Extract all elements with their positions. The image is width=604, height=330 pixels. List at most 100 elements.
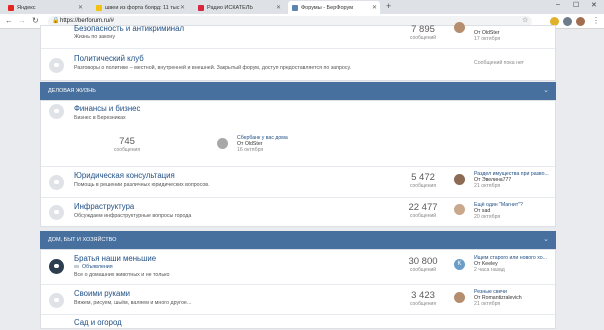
forum-description: Разговоры о политике – местной, внутренн… xyxy=(74,65,352,71)
forum-description: Обсуждаем инфраструктурные вопросы город… xyxy=(74,213,192,219)
forum-title[interactable]: Финансы и бизнес xyxy=(74,104,140,113)
last-post: Ищем старого или нового хо... От Keeley … xyxy=(474,255,547,273)
avatar[interactable] xyxy=(454,292,465,303)
tab-yandex[interactable]: Яндекс ✕ xyxy=(4,1,86,14)
close-tab-icon[interactable]: ✕ xyxy=(372,4,377,11)
close-tab-icon[interactable]: ✕ xyxy=(276,4,281,11)
forum-row-infra: Инфраструктура Обсуждаем инфраструктурны… xyxy=(41,197,555,227)
forum-row-finance: Финансы и бизнес Бизнес в Березниках 745… xyxy=(41,101,555,166)
avatar[interactable] xyxy=(454,174,465,185)
extension-icon[interactable] xyxy=(563,17,572,26)
last-post-date: 2 часа назад xyxy=(474,267,505,273)
category-title: Дом, быт и хозяйство xyxy=(48,237,117,243)
yandex-favicon-icon xyxy=(8,4,14,11)
forum-block-home: Братья наши меньшие Объявления Все о дом… xyxy=(40,249,556,329)
last-post-date: 16 октября xyxy=(237,147,264,153)
close-tab-icon[interactable]: ✕ xyxy=(78,4,83,11)
post-count-label: сообщения xyxy=(409,183,437,189)
forum-row-politics: Политический клуб Разговоры о политике –… xyxy=(41,48,555,80)
favicon-icon xyxy=(96,4,102,11)
forum-title[interactable]: Братья наши меньшие xyxy=(74,254,156,263)
post-count-number: 5 472 xyxy=(411,172,435,183)
subforum-list: Объявления xyxy=(74,264,113,270)
last-post: Резные свечи От Romantizralevich 21 октя… xyxy=(474,289,522,307)
close-tab-icon[interactable]: ✕ xyxy=(180,4,185,11)
forum-row-legal: Юридическая консультация Помощь в решени… xyxy=(41,166,555,197)
forum-row-diy: Своими руками Вяжем, рисуем, шьём, валяе… xyxy=(41,284,555,314)
avatar[interactable]: K xyxy=(454,259,465,270)
forum-read-icon xyxy=(49,175,64,190)
category-header-business[interactable]: Деловая жизнь ⌄ xyxy=(40,82,556,100)
post-count-number: 745 xyxy=(119,136,135,147)
post-count-number: 3 423 xyxy=(411,290,435,301)
forum-title[interactable]: Сад и огород xyxy=(74,318,122,327)
tab-shvei[interactable]: швеи из форта боярд: 11 тыс ✕ xyxy=(92,1,188,14)
post-count-label: сообщения xyxy=(409,301,437,307)
post-count-label: сообщений xyxy=(409,213,437,219)
forum-title[interactable]: Безопасность и антикриминал xyxy=(74,24,184,33)
forum-read-icon xyxy=(49,58,64,73)
forum-title[interactable]: Инфраструктура xyxy=(74,202,134,211)
forum-read-icon xyxy=(49,205,64,220)
post-count-label: сообщения xyxy=(113,147,141,153)
last-post: Ещё один "Магнит"? От sad 20 октября xyxy=(474,202,523,220)
maximize-icon[interactable]: ☐ xyxy=(573,1,579,9)
post-count: 22 477 сообщений xyxy=(393,202,453,219)
tab-label: швеи из форта боярд: 11 тыс xyxy=(105,4,180,11)
last-post-date: 21 октября xyxy=(474,183,501,189)
forum-title[interactable]: Своими руками xyxy=(74,289,130,298)
forum-page: Безопасность и антикриминал Жизнь по зак… xyxy=(40,22,556,329)
subforum-link[interactable]: Объявления xyxy=(82,264,113,270)
last-post-date: 21 октября xyxy=(474,301,501,307)
post-count-label: сообщений xyxy=(409,267,437,273)
back-icon[interactable]: ← xyxy=(5,16,13,25)
forum-row-pets: Братья наши меньшие Объявления Все о дом… xyxy=(41,250,555,284)
post-count-number: 7 895 xyxy=(411,24,435,35)
avatar[interactable] xyxy=(454,204,465,215)
browser-menu-icon[interactable]: ⋮ xyxy=(592,16,600,25)
profile-avatar[interactable] xyxy=(576,17,585,26)
post-count: 7 895 сообщений xyxy=(393,24,453,41)
minimize-icon[interactable]: – xyxy=(556,1,560,8)
category-title: Деловая жизнь xyxy=(48,88,96,94)
forum-description: Вяжем, рисуем, шьём, валяем и много друг… xyxy=(74,300,192,306)
last-post: От OldSter 17 октября xyxy=(474,30,500,42)
forum-block-business: Финансы и бизнес Бизнес в Березниках 745… xyxy=(40,100,556,227)
subforum-icon xyxy=(74,265,79,269)
radio-favicon-icon xyxy=(198,4,204,11)
tab-label: Форумы - БерФорум xyxy=(301,4,353,11)
forum-description: Жизнь по закону xyxy=(74,34,115,40)
avatar[interactable] xyxy=(217,138,228,149)
forum-block-top: Безопасность и антикриминал Жизнь по зак… xyxy=(40,22,556,81)
chevron-down-icon[interactable]: ⌄ xyxy=(543,231,549,249)
no-posts-text: Сообщений пока нет xyxy=(474,60,525,66)
category-header-home[interactable]: Дом, быт и хозяйство ⌄ xyxy=(40,231,556,249)
chevron-down-icon[interactable]: ⌄ xyxy=(543,82,549,100)
berforum-favicon-icon xyxy=(292,4,298,11)
post-count-number: 22 477 xyxy=(408,202,438,213)
post-count: 745 сообщения xyxy=(97,136,157,153)
forum-unread-icon xyxy=(49,259,64,274)
bookmark-star-icon[interactable]: ☆ xyxy=(522,16,528,24)
forward-icon[interactable]: → xyxy=(18,16,26,25)
forum-read-icon xyxy=(49,104,64,119)
last-post-date: 17 октября xyxy=(474,36,501,42)
close-window-icon[interactable]: ✕ xyxy=(591,1,597,9)
reload-icon[interactable]: ↻ xyxy=(32,16,39,25)
post-count-number: 30 800 xyxy=(408,256,438,267)
forum-title[interactable]: Политический клуб xyxy=(74,54,144,63)
forum-row-garden: Сад и огород xyxy=(41,314,555,330)
tab-berforum[interactable]: Форумы - БерФорум ✕ xyxy=(288,1,380,14)
post-count: 30 800 сообщений xyxy=(393,256,453,273)
tab-label: Радио ИСКАТЕЛЬ xyxy=(207,4,254,11)
avatar[interactable] xyxy=(454,22,465,33)
tab-radio[interactable]: Радио ИСКАТЕЛЬ ✕ xyxy=(194,1,284,14)
forum-description: Бизнес в Березниках xyxy=(74,115,126,121)
last-post: Раздел имущества при разво... От Эвелина… xyxy=(474,171,549,189)
forum-description: Помощь в решении различных юридических в… xyxy=(74,182,210,188)
forum-description: Все о домашних животных и не только xyxy=(74,272,170,278)
forum-title[interactable]: Юридическая консультация xyxy=(74,171,175,180)
post-count: 3 423 сообщения xyxy=(393,290,453,307)
new-tab-icon[interactable]: + xyxy=(386,1,391,11)
forum-row-security: Безопасность и антикриминал Жизнь по зак… xyxy=(41,22,555,48)
